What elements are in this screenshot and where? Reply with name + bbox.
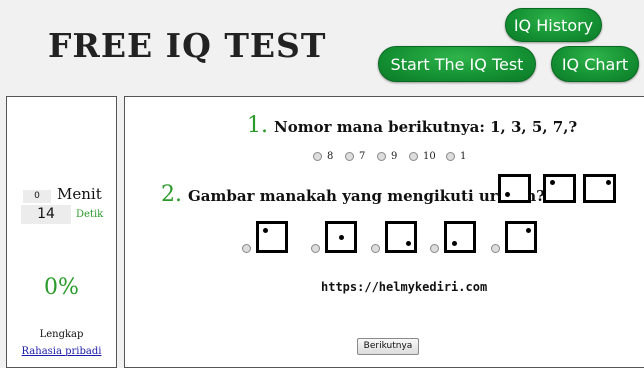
timer-panel: 0 Menit 14 Detik 0% Lengkap Rahasia prib…: [6, 96, 117, 368]
square-dot-bottom-right-icon: [385, 221, 417, 253]
square-dot-top-left-icon: [256, 221, 288, 253]
progress-percent: 0%: [44, 275, 79, 300]
iq-chart-button[interactable]: IQ Chart: [551, 46, 639, 82]
square-dot-bottom-left-icon: [498, 174, 531, 203]
square-dot-top-right-icon: [505, 221, 537, 253]
square-dot-top-right-icon: [583, 174, 616, 203]
radio-button[interactable]: [430, 243, 439, 253]
option-label: 7: [359, 151, 366, 162]
question-text: Nomor mana berikutnya: 1, 3, 5, 7,?: [274, 118, 578, 136]
privacy-link[interactable]: Rahasia pribadi: [7, 346, 116, 357]
seconds-label: Detik: [76, 209, 104, 220]
radio-button[interactable]: [446, 152, 455, 161]
minutes-display: 0: [23, 190, 51, 203]
answer-option[interactable]: 10: [409, 151, 436, 162]
answer-option[interactable]: [430, 221, 476, 253]
question-1: 1. Nomor mana berikutnya: 1, 3, 5, 7,?: [247, 113, 577, 138]
square-dot-top-left-icon: [543, 174, 576, 203]
answer-option[interactable]: [242, 221, 288, 253]
start-test-button[interactable]: Start The IQ Test: [378, 46, 536, 82]
answer-option[interactable]: 1: [446, 151, 466, 162]
complete-label: Lengkap: [39, 329, 84, 340]
radio-button[interactable]: [377, 152, 386, 161]
question-2: 2. Gambar manakah yang mengikuti urutan?: [161, 182, 545, 207]
site-logo[interactable]: FREE IQ TEST: [48, 26, 326, 65]
question-number: 1.: [247, 113, 268, 138]
square-dot-center-icon: [325, 221, 357, 253]
option-label: 9: [391, 151, 398, 162]
radio-button[interactable]: [409, 152, 418, 161]
square-dot-bottom-left-icon: [444, 221, 476, 253]
option-label: 10: [423, 151, 436, 162]
radio-button[interactable]: [345, 152, 354, 161]
radio-button[interactable]: [242, 243, 251, 253]
answer-option[interactable]: 8: [313, 151, 333, 162]
radio-button[interactable]: [313, 152, 322, 161]
option-label: 8: [327, 151, 334, 162]
answer-option[interactable]: 7: [345, 151, 365, 162]
answer-option[interactable]: [371, 221, 417, 253]
radio-button[interactable]: [311, 243, 320, 253]
next-button[interactable]: Berikutnya: [357, 338, 419, 355]
answer-option[interactable]: [311, 221, 357, 253]
seconds-display: 14: [21, 205, 71, 224]
watermark-url: https://helmykediri.com: [321, 280, 488, 294]
option-label: 1: [460, 151, 467, 162]
answer-option[interactable]: 9: [377, 151, 397, 162]
answer-option[interactable]: [491, 221, 537, 253]
question-number: 2.: [161, 182, 182, 207]
question-text: Gambar manakah yang mengikuti urutan?: [188, 187, 545, 205]
minutes-label: Menit: [57, 185, 102, 203]
question-panel: 1. Nomor mana berikutnya: 1, 3, 5, 7,? 8 …: [124, 96, 644, 368]
radio-button[interactable]: [491, 243, 500, 253]
iq-history-button[interactable]: IQ History: [505, 8, 602, 42]
radio-button[interactable]: [371, 243, 380, 253]
